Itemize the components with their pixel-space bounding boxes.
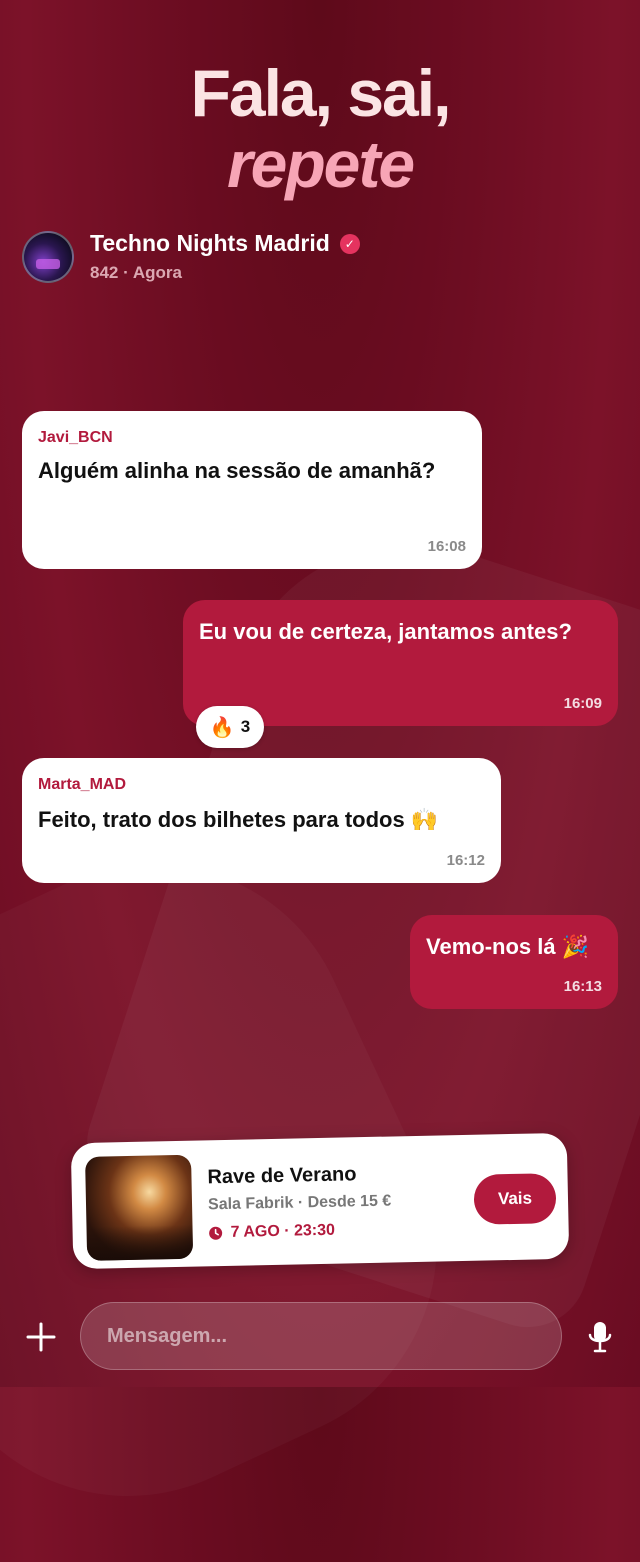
message-time: 16:13 (563, 978, 602, 995)
event-date: 7 AGO · 23:30 (208, 1222, 335, 1243)
clock-icon (209, 1226, 223, 1240)
message-bubble[interactable]: Javi_BCN Alguém alinha na sessão de aman… (22, 411, 482, 569)
event-title: Rave de Verano (207, 1163, 357, 1189)
message-input[interactable] (81, 1303, 561, 1369)
event-venue: Sala Fabrik · Desde 15 € (207, 1192, 392, 1214)
message-text: Feito, trato dos bilhetes para todos 🙌 (38, 807, 439, 832)
reaction-count: 3 (240, 717, 251, 736)
event-image (85, 1154, 194, 1261)
message-bubble[interactable]: Vemo-nos lá 🎉 16:13 (410, 915, 618, 1009)
group-meta: 842 · Agora (90, 263, 182, 282)
message-sender: Marta_MAD (38, 776, 127, 793)
message-composer (0, 1302, 640, 1372)
group-name: Techno Nights Madrid (90, 230, 330, 256)
reaction-badge[interactable]: 🔥 3 (196, 706, 264, 748)
message-text: Eu vou de certeza, jantamos antes? (199, 619, 572, 644)
event-date-text: 7 AGO · 23:30 (230, 1221, 336, 1241)
message-text: Alguém alinha na sessão de amanhã? (38, 458, 436, 483)
rsvp-button[interactable]: Vais (473, 1173, 557, 1225)
microphone-icon[interactable] (588, 1320, 612, 1354)
event-card[interactable]: Rave de Verano Sala Fabrik · Desde 15 € … (70, 1132, 570, 1270)
message-sender: Javi_BCN (38, 429, 113, 446)
message-time: 16:12 (446, 852, 485, 869)
message-time: 16:08 (427, 538, 466, 555)
message-text: Vemo-nos lá 🎉 (426, 934, 590, 959)
hero-headline: Fala, sai, repete (0, 58, 640, 200)
group-avatar[interactable] (22, 230, 74, 283)
message-bubble[interactable]: Marta_MAD Feito, trato dos bilhetes para… (22, 758, 501, 883)
verified-badge-icon: ✓ (339, 233, 360, 254)
hero-line-2: repete (226, 127, 415, 201)
hero-line-1: Fala, sai, (190, 56, 452, 130)
message-input-container[interactable] (80, 1302, 562, 1370)
message-time: 16:09 (563, 695, 602, 712)
fire-emoji-icon: 🔥 (209, 716, 235, 739)
chat-header[interactable]: Techno Nights Madrid ✓ 842 · Agora (22, 230, 360, 283)
plus-icon[interactable] (24, 1320, 58, 1354)
